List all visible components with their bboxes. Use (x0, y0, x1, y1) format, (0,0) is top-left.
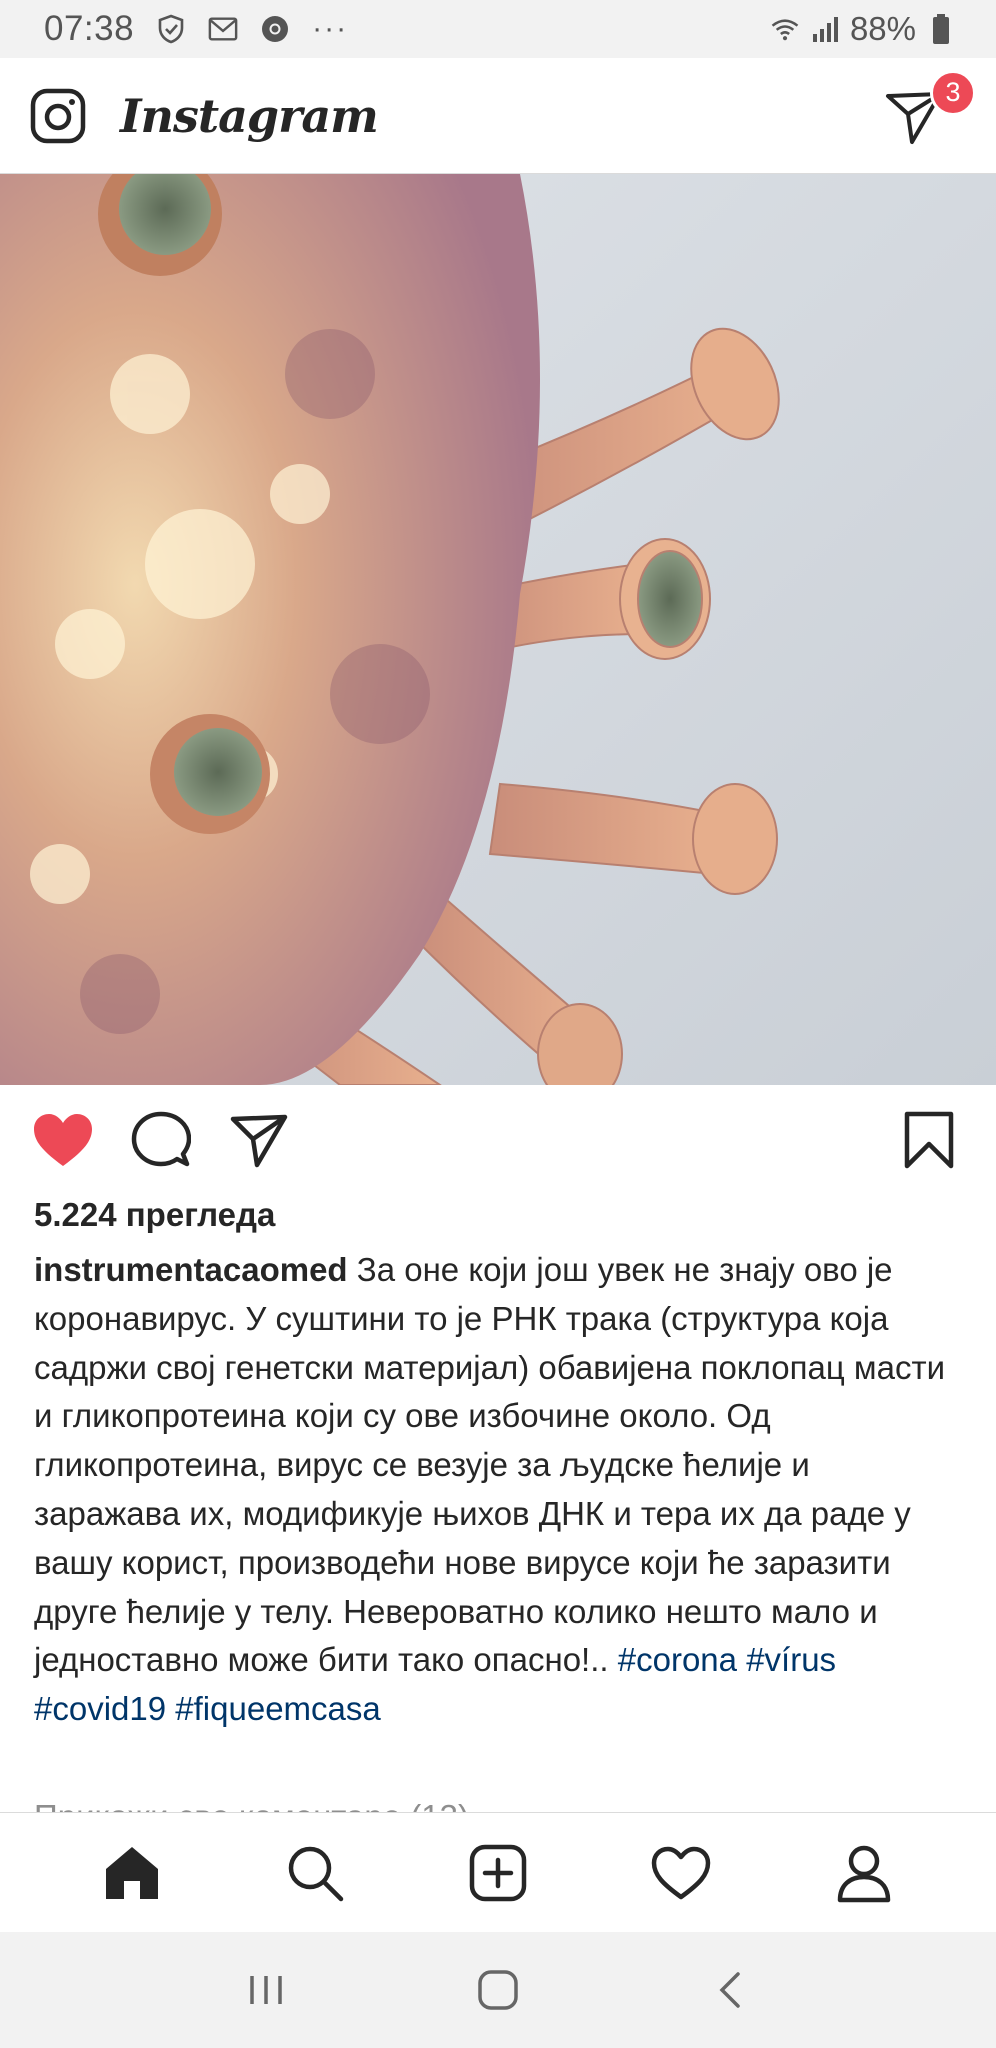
wifi-icon (770, 14, 800, 44)
battery-icon (926, 14, 956, 44)
more-dots-icon: ··· (312, 12, 349, 45)
post-actions (0, 1085, 996, 1195)
recent-apps-icon (250, 1976, 282, 2004)
notification-badge: 3 (930, 69, 976, 116)
hashtag-corona[interactable]: #corona (618, 1641, 737, 1678)
shield-check-icon (156, 14, 186, 44)
home-icon (105, 1846, 158, 1899)
status-bar: 07:38 ··· 88% (0, 0, 996, 58)
nav-activity[interactable] (646, 1838, 716, 1908)
nav-home[interactable] (97, 1838, 167, 1908)
caption-text: За оне који још увек не знају ово је кор… (34, 1251, 946, 1679)
back-button[interactable] (700, 1960, 760, 2020)
recent-apps-button[interactable] (236, 1960, 296, 2020)
status-time: 07:38 (44, 9, 135, 48)
chrome-icon (260, 14, 290, 44)
comment-icon (131, 1111, 191, 1167)
profile-icon (838, 1845, 891, 1902)
like-button[interactable] (32, 1109, 94, 1171)
back-chevron-icon (719, 1972, 740, 2008)
home-button[interactable] (468, 1960, 528, 2020)
bottom-navigation (0, 1812, 996, 1932)
signal-icon (810, 14, 840, 44)
search-icon (288, 1846, 344, 1901)
bookmark-icon (904, 1111, 954, 1169)
view-count: 5.224 прегледа (34, 1196, 276, 1233)
caption-username[interactable]: instrumentacaomed (34, 1251, 348, 1288)
post-caption: instrumentacaomed За оне који још увек н… (34, 1246, 964, 1734)
nav-search[interactable] (280, 1838, 350, 1908)
camera-icon[interactable] (28, 86, 88, 146)
nav-profile[interactable] (829, 1838, 899, 1908)
gmail-icon (208, 14, 238, 44)
home-circle-icon (478, 1970, 518, 2010)
share-button[interactable] (228, 1109, 290, 1171)
nav-new-post[interactable] (463, 1838, 533, 1908)
heart-filled-icon (34, 1114, 92, 1166)
instagram-logo: Instagram (120, 88, 379, 143)
add-post-icon (469, 1844, 527, 1901)
direct-messages-button[interactable]: 3 (882, 69, 976, 148)
battery-percent: 88% (849, 10, 916, 47)
save-button[interactable] (898, 1109, 960, 1171)
paper-plane-icon (230, 1114, 288, 1168)
hashtag-fiqueemcasa[interactable]: #fiqueemcasa (175, 1690, 380, 1727)
heart-outline-icon (651, 1846, 711, 1899)
app-header: Instagram 3 (0, 58, 996, 174)
post-media-video[interactable] (0, 174, 996, 1085)
system-navigation-bar (0, 1932, 996, 2048)
coronavirus-illustration (0, 174, 996, 1085)
comment-button[interactable] (130, 1109, 192, 1171)
hashtag-virus[interactable]: #vírus (746, 1641, 836, 1678)
hashtag-covid19[interactable]: #covid19 (34, 1690, 166, 1727)
